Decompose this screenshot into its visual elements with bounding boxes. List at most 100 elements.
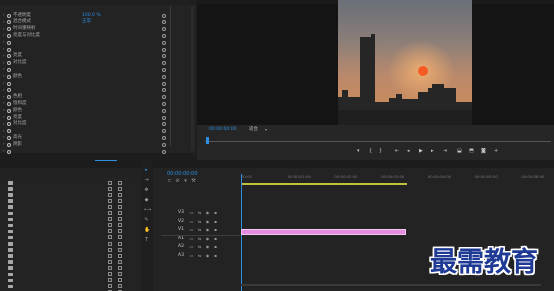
lift-icon[interactable]: ⬓ bbox=[457, 149, 462, 154]
lock-icon[interactable]: ▭ bbox=[189, 236, 194, 241]
program-timecode[interactable]: 00:00:00:00 bbox=[209, 127, 236, 133]
mute-icon[interactable]: ◉ bbox=[205, 236, 210, 241]
item-checkbox[interactable] bbox=[108, 259, 112, 264]
reset-parameter-icon[interactable] bbox=[162, 33, 166, 38]
reset-parameter-icon[interactable] bbox=[162, 81, 166, 86]
track-label[interactable]: V3 bbox=[178, 210, 184, 216]
keyframe-toggle-icon[interactable] bbox=[7, 40, 11, 45]
selection-tool-icon[interactable]: ▸ bbox=[144, 168, 149, 173]
project-active-tab[interactable] bbox=[95, 160, 117, 168]
timeline-ruler[interactable]: 00:00 00:00:01:00 00:00:02:00 00:00:03:00 00… bbox=[241, 174, 554, 186]
keyframe-toggle-icon[interactable] bbox=[7, 95, 11, 100]
item-checkbox[interactable] bbox=[108, 241, 112, 246]
chevron-right-icon[interactable]: › bbox=[3, 87, 5, 92]
reset-parameter-icon[interactable] bbox=[162, 13, 166, 18]
reset-parameter-icon[interactable] bbox=[162, 67, 166, 72]
chevron-down-icon[interactable]: ▾ bbox=[265, 128, 267, 132]
keyframe-toggle-icon[interactable] bbox=[7, 88, 11, 93]
keyframe-toggle-icon[interactable] bbox=[7, 108, 11, 113]
item-checkbox[interactable] bbox=[108, 235, 112, 240]
chevron-right-icon[interactable]: › bbox=[3, 149, 5, 153]
hand-tool-icon[interactable]: ✋ bbox=[144, 228, 150, 233]
lock-icon[interactable]: ▭ bbox=[189, 253, 194, 258]
reset-parameter-icon[interactable] bbox=[162, 61, 166, 66]
chevron-right-icon[interactable]: › bbox=[3, 74, 5, 78]
item-checkbox[interactable] bbox=[108, 223, 112, 228]
item-checkbox[interactable] bbox=[108, 180, 112, 185]
reset-parameter-icon[interactable] bbox=[162, 27, 166, 32]
chevron-right-icon[interactable]: › bbox=[3, 13, 5, 17]
track-label[interactable]: A3 bbox=[178, 253, 184, 259]
sync-icon[interactable]: ⇆ bbox=[197, 244, 202, 249]
reset-parameter-icon[interactable] bbox=[162, 40, 166, 45]
chevron-right-icon[interactable]: › bbox=[3, 19, 5, 24]
track-label[interactable]: V1 bbox=[178, 227, 184, 233]
reset-parameter-icon[interactable] bbox=[162, 135, 166, 140]
go-to-in-icon[interactable]: ⇤ bbox=[395, 149, 399, 154]
track-select-icon[interactable]: ⇥ bbox=[144, 178, 149, 183]
snap-icon[interactable]: ⊂ bbox=[167, 179, 172, 184]
item-checkbox[interactable] bbox=[108, 198, 112, 203]
reset-parameter-icon[interactable] bbox=[162, 108, 166, 113]
chevron-right-icon[interactable]: › bbox=[3, 142, 5, 146]
linked-selection-icon[interactable]: ⊘ bbox=[175, 179, 180, 184]
video-clip[interactable] bbox=[241, 229, 406, 235]
toggle-output-icon[interactable]: ▪ bbox=[213, 210, 218, 215]
reset-parameter-icon[interactable] bbox=[162, 47, 166, 52]
item-checkbox[interactable] bbox=[108, 278, 112, 283]
mute-icon[interactable]: ◉ bbox=[205, 244, 210, 249]
chevron-right-icon[interactable]: › bbox=[3, 121, 5, 126]
chevron-right-icon[interactable]: › bbox=[3, 60, 5, 65]
monitor-playhead[interactable] bbox=[206, 137, 209, 144]
item-checkbox[interactable] bbox=[108, 284, 112, 289]
reset-parameter-icon[interactable] bbox=[162, 74, 166, 79]
sync-icon[interactable]: ⇆ bbox=[197, 219, 202, 224]
toggle-output-icon[interactable]: ▪ bbox=[213, 227, 218, 232]
out-point-icon[interactable]: } bbox=[379, 149, 382, 154]
keyframe-toggle-icon[interactable] bbox=[7, 20, 11, 25]
keyframe-toggle-icon[interactable] bbox=[7, 13, 11, 18]
fit-zoom-dropdown[interactable]: 适合 bbox=[249, 127, 258, 133]
keyframe-toggle-icon[interactable] bbox=[7, 61, 11, 66]
sync-icon[interactable]: ⇆ bbox=[197, 253, 202, 258]
go-to-out-icon[interactable]: ⇥ bbox=[443, 149, 447, 154]
step-back-icon[interactable]: ◂ bbox=[407, 149, 410, 154]
lock-icon[interactable]: ▭ bbox=[189, 210, 194, 215]
keyframe-toggle-icon[interactable] bbox=[7, 122, 11, 127]
keyframe-toggle-icon[interactable] bbox=[7, 149, 11, 154]
property-value[interactable]: 100.0 % bbox=[82, 13, 101, 19]
keyframe-toggle-icon[interactable] bbox=[7, 135, 11, 140]
type-tool-icon[interactable]: T bbox=[144, 238, 149, 243]
play-icon[interactable]: ▶ bbox=[419, 149, 423, 154]
track-label[interactable]: V2 bbox=[178, 219, 184, 225]
monitor-scrub-bar[interactable] bbox=[205, 141, 551, 142]
property-value[interactable]: 正常 bbox=[82, 19, 91, 25]
toggle-output-icon[interactable]: ▪ bbox=[213, 219, 218, 224]
item-checkbox[interactable] bbox=[108, 217, 112, 222]
reset-parameter-icon[interactable] bbox=[162, 54, 166, 59]
solo-icon[interactable]: ▪ bbox=[213, 236, 218, 241]
reset-parameter-icon[interactable] bbox=[162, 88, 166, 93]
chevron-right-icon[interactable]: › bbox=[3, 108, 5, 112]
eye-icon[interactable]: ◉ bbox=[205, 227, 210, 232]
eye-icon[interactable]: ◉ bbox=[205, 210, 210, 215]
lock-icon[interactable]: ▭ bbox=[189, 227, 194, 232]
keyframe-toggle-icon[interactable] bbox=[7, 33, 11, 38]
chevron-right-icon[interactable]: › bbox=[3, 81, 5, 85]
item-checkbox[interactable] bbox=[108, 247, 112, 252]
settings-icon[interactable]: + bbox=[494, 149, 498, 154]
item-checkbox[interactable] bbox=[108, 204, 112, 209]
item-checkbox[interactable] bbox=[108, 211, 112, 215]
reset-parameter-icon[interactable] bbox=[162, 149, 166, 154]
keyframe-toggle-icon[interactable] bbox=[7, 67, 11, 72]
timeline-timecode[interactable]: 00:00:00:00 bbox=[167, 171, 198, 177]
sync-icon[interactable]: ⇆ bbox=[197, 236, 202, 241]
item-checkbox[interactable] bbox=[108, 192, 112, 197]
item-checkbox[interactable] bbox=[108, 272, 112, 276]
keyframe-toggle-icon[interactable] bbox=[7, 101, 11, 106]
keyframe-toggle-icon[interactable] bbox=[7, 54, 11, 59]
chevron-right-icon[interactable]: › bbox=[3, 47, 5, 51]
keyframe-toggle-icon[interactable] bbox=[7, 74, 11, 79]
chevron-right-icon[interactable]: › bbox=[3, 94, 5, 99]
step-forward-icon[interactable]: ▸ bbox=[431, 149, 434, 154]
